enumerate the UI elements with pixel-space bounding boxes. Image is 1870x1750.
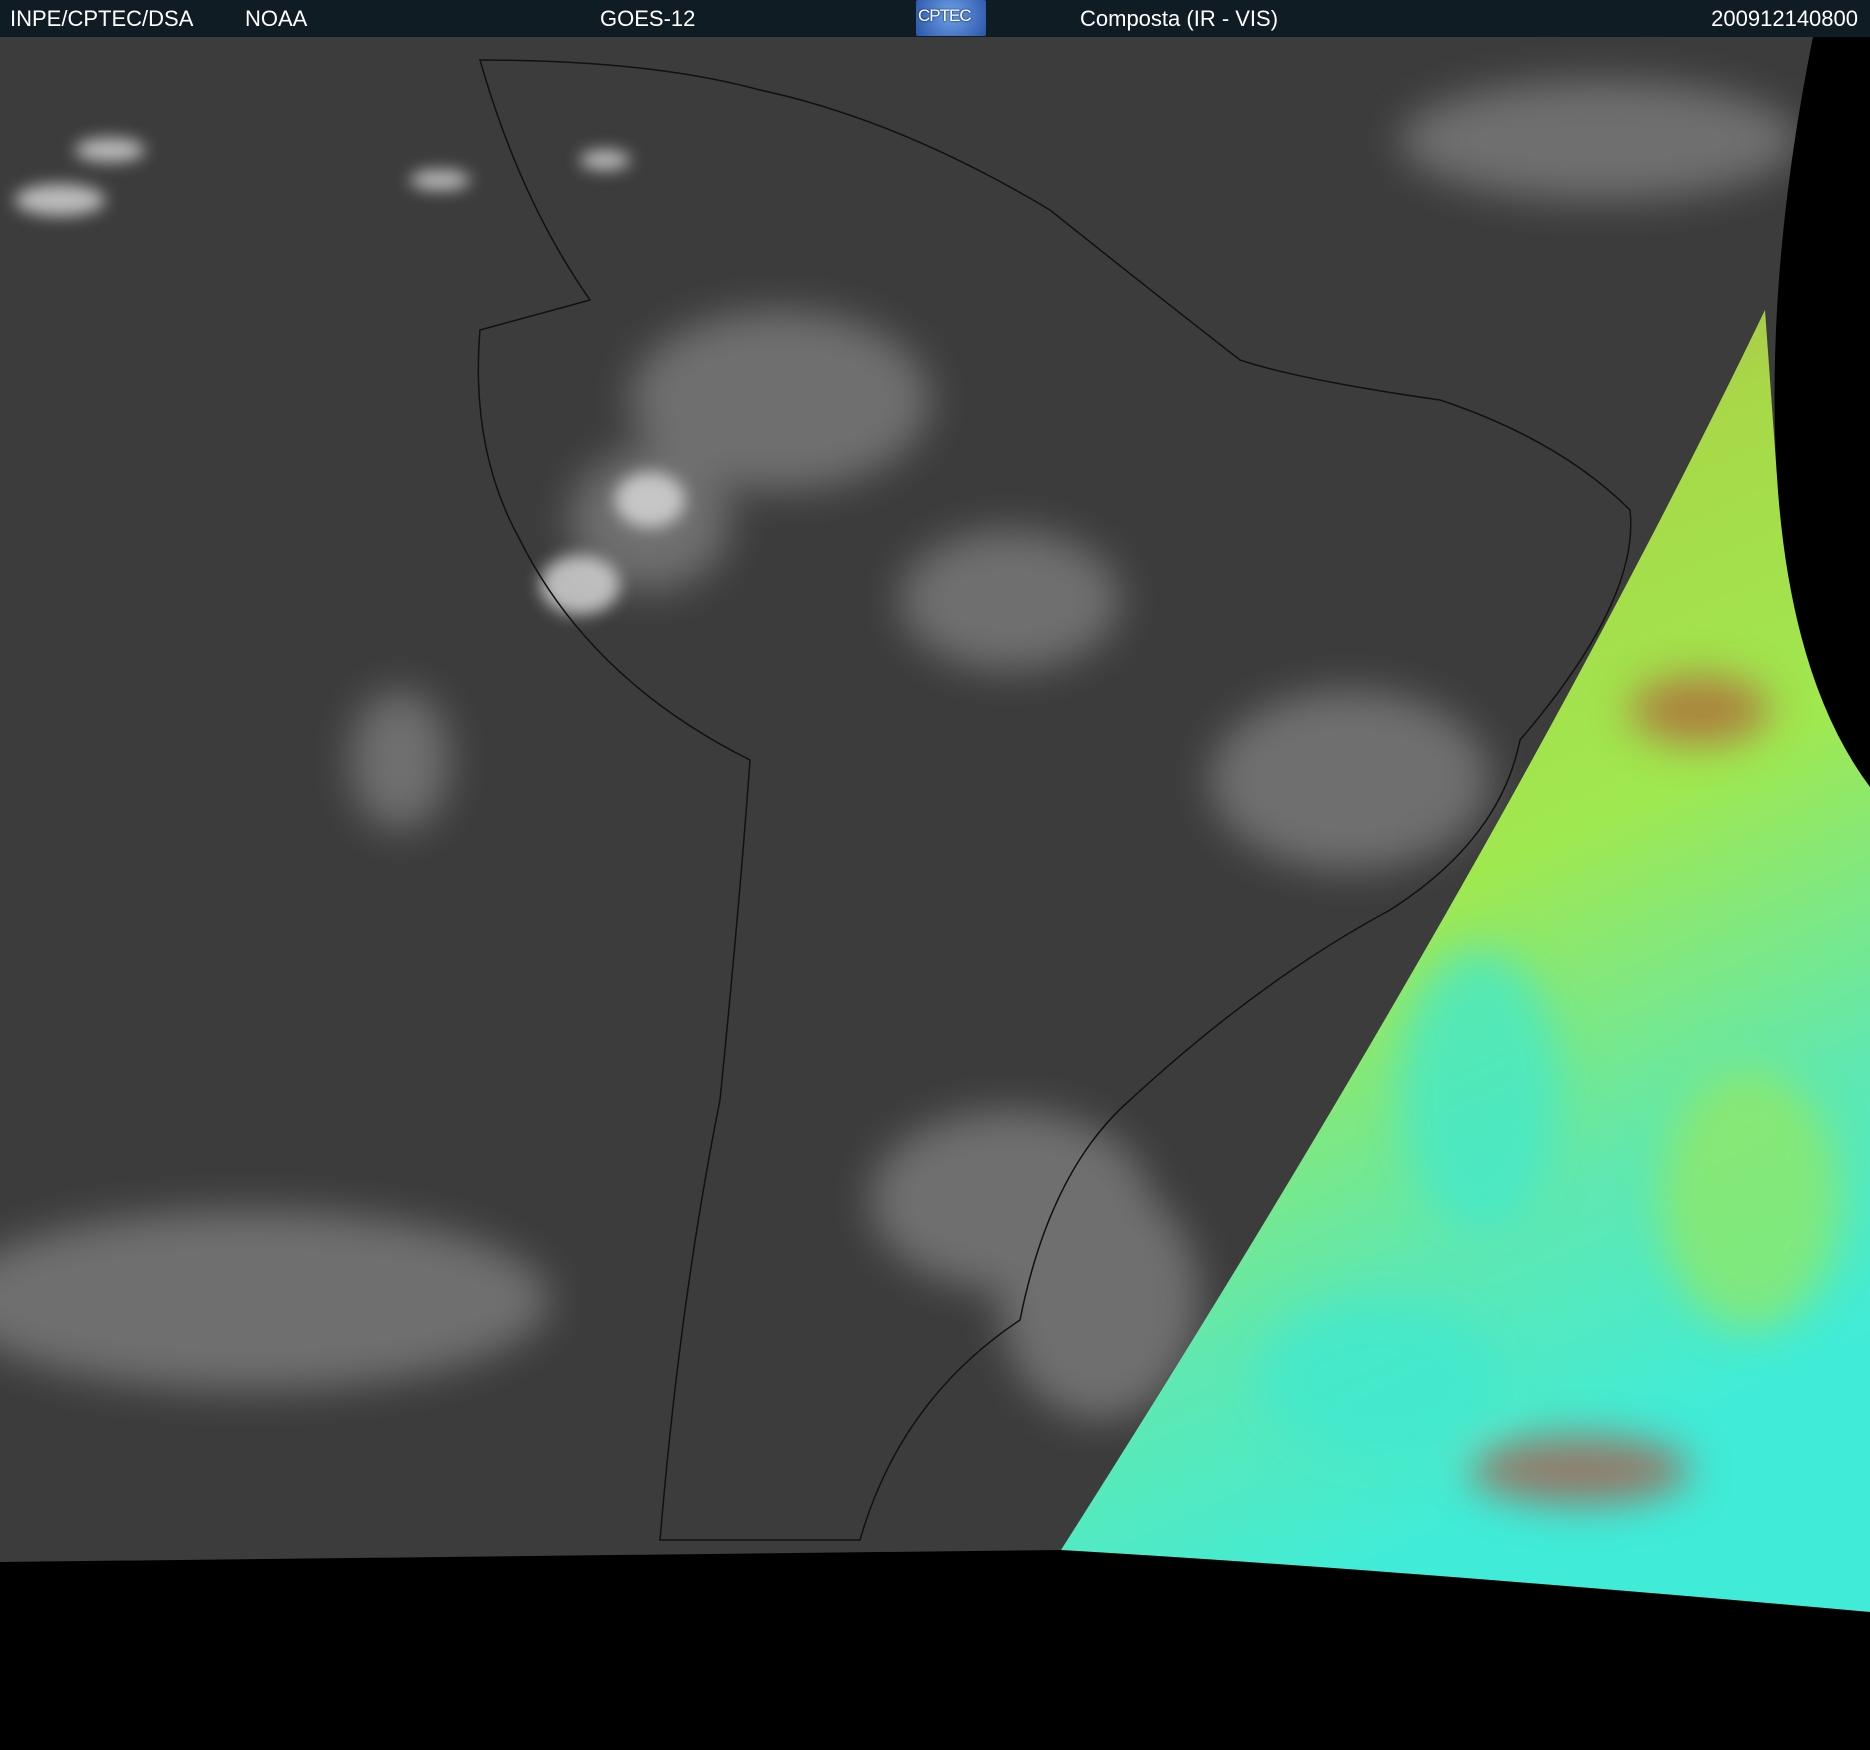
agency-label: INPE/CPTEC/DSA bbox=[10, 6, 194, 31]
satellite-label: GOES-12 bbox=[600, 6, 696, 31]
satellite-image bbox=[0, 37, 1870, 1750]
product-label: Composta (IR - VIS) bbox=[1080, 6, 1279, 31]
timestamp-label: 200912140800 bbox=[1711, 6, 1858, 31]
source-label: NOAA bbox=[245, 6, 308, 31]
logo-text: CPTEC bbox=[918, 6, 972, 25]
header-bar: INPE/CPTEC/DSA NOAA GOES-12 CPTEC Compos… bbox=[0, 0, 1870, 37]
cptec-logo: CPTEC bbox=[916, 0, 986, 36]
